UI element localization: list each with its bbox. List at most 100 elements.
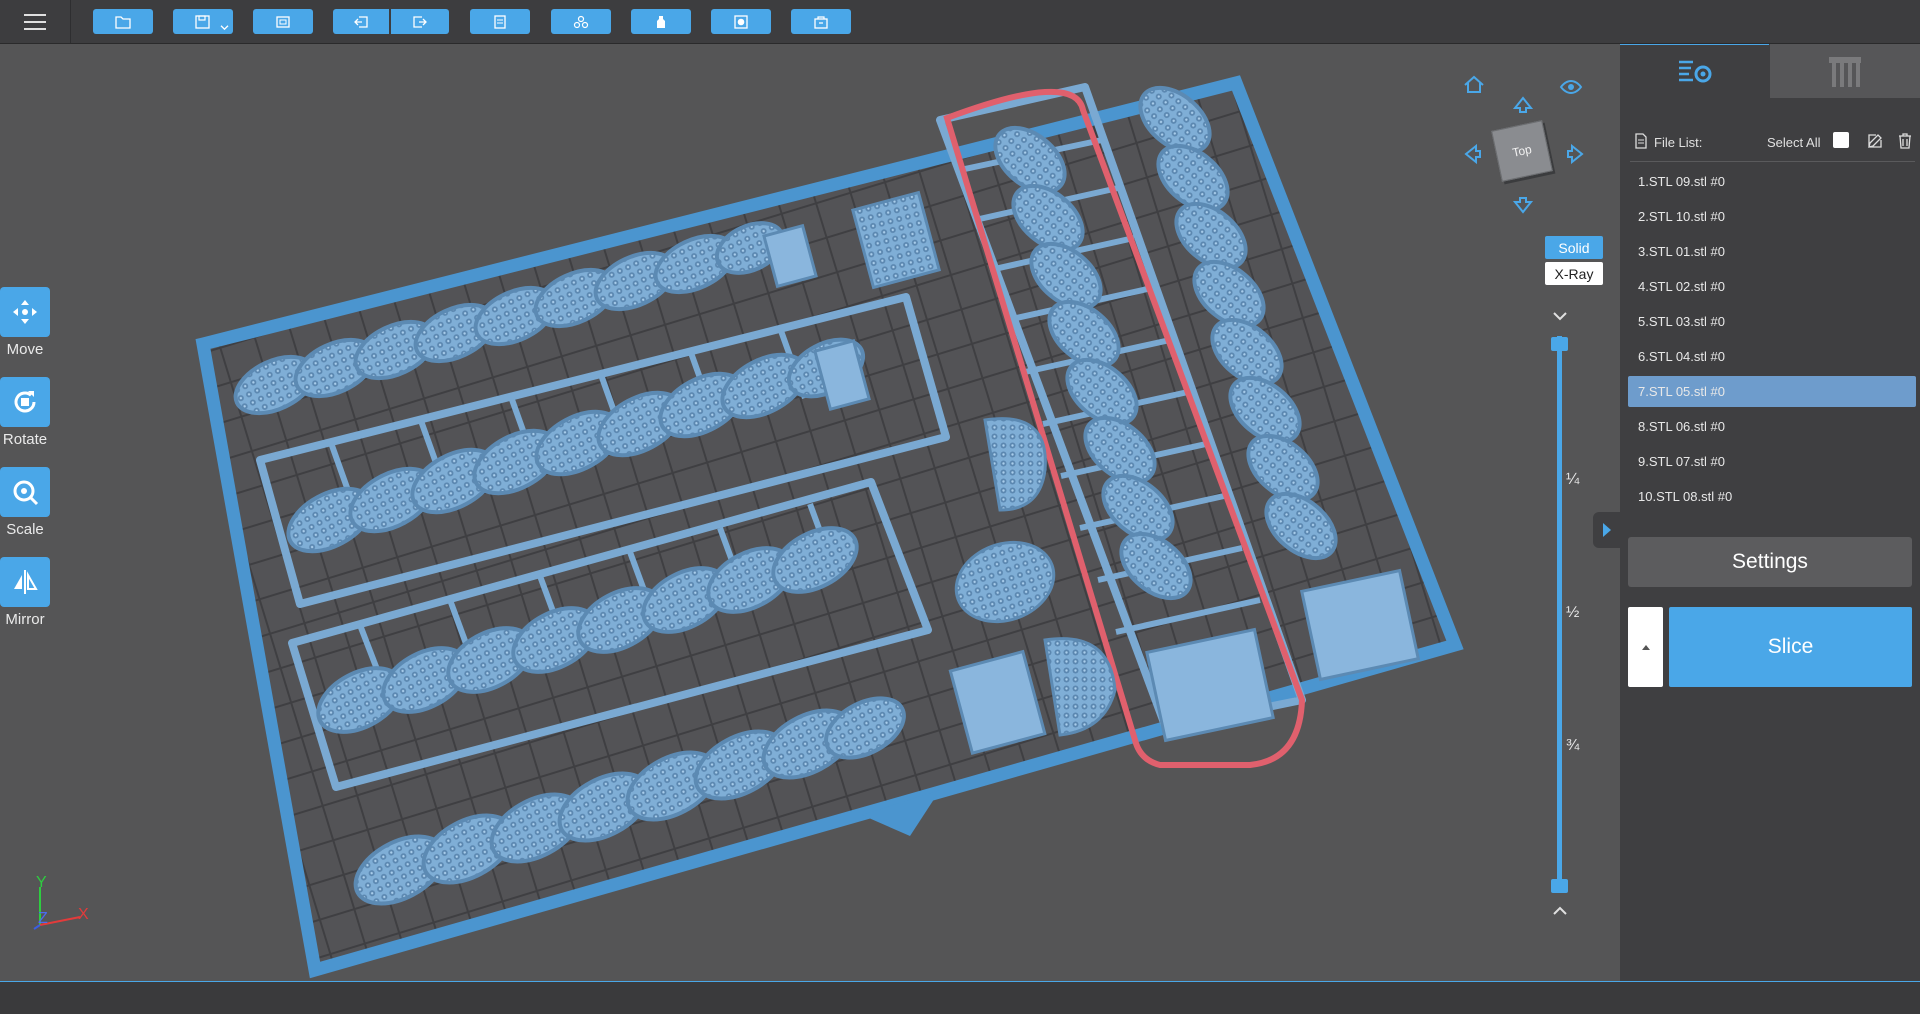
move-icon (0, 287, 50, 337)
file-name: 2.STL 10.stl #0 (1638, 209, 1725, 224)
settings-button[interactable]: Settings (1628, 537, 1912, 587)
view-cube-face-label: Top (1511, 142, 1533, 160)
file-name: 6.STL 04.stl #0 (1638, 349, 1725, 364)
file-list-header: File List: Select All (1634, 132, 1914, 154)
mirror-label: Mirror (5, 611, 45, 628)
scale-label: Scale (6, 521, 44, 538)
save-button[interactable] (173, 9, 233, 34)
layer-slider-top-handle[interactable] (1551, 337, 1568, 351)
hamburger-icon (24, 13, 46, 30)
box-icon (814, 15, 828, 29)
divider (1630, 161, 1915, 162)
main-menu-button[interactable] (0, 0, 71, 43)
bottle-icon (657, 15, 665, 28)
file-name: 10.STL 08.stl #0 (1638, 489, 1733, 504)
mirror-tool[interactable]: Mirror (0, 557, 50, 628)
mirror-icon (0, 557, 50, 607)
rotate-up-arrow-icon[interactable] (1511, 92, 1535, 116)
edit-icon[interactable] (1866, 132, 1884, 150)
file-list-item[interactable]: 1.STL 09.stl #0 (1628, 166, 1916, 197)
file-list-item[interactable]: 4.STL 02.stl #0 (1628, 271, 1916, 302)
file-list-item-selected[interactable]: 7.STL 05.stl #0 (1628, 376, 1916, 407)
select-all-checkbox[interactable] (1833, 132, 1849, 148)
file-list-item[interactable]: 6.STL 04.stl #0 (1628, 341, 1916, 372)
y-axis-label: Y (36, 875, 47, 891)
save-icon (195, 14, 210, 29)
import-icon (354, 15, 368, 28)
view-cube[interactable]: Top (1491, 120, 1553, 182)
import-button[interactable] (333, 9, 389, 34)
eye-icon[interactable] (1559, 75, 1583, 99)
support-button[interactable] (791, 9, 851, 34)
right-panel: File List: Select All 1.STL 09.stl #0 2.… (1620, 44, 1920, 981)
axis-gizmo: Y Z X (33, 875, 89, 930)
copy-button[interactable] (470, 9, 530, 34)
file-list-item[interactable]: 5.STL 03.stl #0 (1628, 306, 1916, 337)
screenshot-button[interactable] (253, 9, 313, 34)
tab-supports[interactable] (1770, 44, 1920, 98)
document-icon (1635, 133, 1647, 149)
top-toolbar (0, 0, 1920, 44)
select-all-label: Select All (1767, 135, 1821, 150)
move-tool[interactable]: Move (0, 287, 50, 358)
file-name: 8.STL 06.stl #0 (1638, 419, 1725, 434)
xray-mode-button[interactable]: X-Ray (1545, 262, 1603, 285)
build-plate-scene[interactable] (0, 44, 1620, 981)
chevron-up-icon[interactable] (1550, 904, 1570, 918)
move-label: Move (6, 341, 44, 358)
file-list-item[interactable]: 3.STL 01.stl #0 (1628, 236, 1916, 267)
3d-viewport[interactable]: Move Rotate Scale Mirror Top Solid X-Ray… (0, 44, 1620, 981)
solid-mode-button[interactable]: Solid (1545, 236, 1603, 259)
home-view-icon[interactable] (1462, 73, 1486, 97)
export-button[interactable] (391, 9, 449, 34)
auto-arrange-button[interactable] (551, 9, 611, 34)
file-list[interactable]: 1.STL 09.stl #0 2.STL 10.stl #0 3.STL 01… (1628, 166, 1916, 539)
trash-icon[interactable] (1896, 132, 1914, 150)
rotate-right-arrow-icon[interactable] (1564, 142, 1588, 166)
rotate-down-arrow-icon[interactable] (1511, 194, 1535, 218)
slider-tick-quarter: ¼ (1566, 471, 1580, 488)
hollow-button[interactable] (631, 9, 691, 34)
settings-list-icon (1678, 60, 1711, 83)
file-list-item[interactable]: 8.STL 06.stl #0 (1628, 411, 1916, 442)
caret-up-icon (1641, 645, 1650, 650)
arrange-icon (573, 15, 589, 28)
open-file-button[interactable] (93, 9, 153, 34)
layer-slider-track[interactable] (1557, 336, 1562, 881)
file-name: 7.STL 05.stl #0 (1638, 384, 1725, 399)
export-icon (413, 15, 427, 28)
chevron-down-icon[interactable] (1550, 309, 1570, 323)
tab-print-settings[interactable] (1620, 44, 1769, 99)
chevron-down-icon[interactable] (220, 24, 229, 31)
file-list-item[interactable]: 10.STL 08.stl #0 (1628, 481, 1916, 512)
file-list-item[interactable]: 2.STL 10.stl #0 (1628, 201, 1916, 232)
file-name: 1.STL 09.stl #0 (1638, 174, 1725, 189)
rotate-tool[interactable]: Rotate (0, 377, 50, 448)
copy-icon (494, 14, 506, 29)
status-bar (0, 981, 1920, 1014)
hole-icon (734, 14, 748, 29)
file-list-label: File List: (1654, 135, 1703, 150)
slice-options-button[interactable] (1628, 607, 1663, 687)
rotate-left-arrow-icon[interactable] (1460, 142, 1484, 166)
file-name: 5.STL 03.stl #0 (1638, 314, 1725, 329)
file-list-item[interactable]: 9.STL 07.stl #0 (1628, 446, 1916, 477)
triangle-right-icon (1602, 523, 1611, 537)
scale-tool[interactable]: Scale (0, 467, 50, 538)
support-pillars-icon (1829, 57, 1861, 87)
layer-slider-bottom-handle[interactable] (1551, 879, 1568, 893)
rotate-label: Rotate (2, 431, 48, 448)
x-axis-label: X (78, 906, 89, 923)
file-name: 4.STL 02.stl #0 (1638, 279, 1725, 294)
rotate-icon (0, 377, 50, 427)
z-axis-label: Z (38, 910, 48, 927)
panel-collapse-button[interactable] (1593, 512, 1620, 548)
scale-icon (0, 467, 50, 517)
file-name: 9.STL 07.stl #0 (1638, 454, 1725, 469)
file-name: 3.STL 01.stl #0 (1638, 244, 1725, 259)
folder-icon (115, 15, 131, 29)
hole-button[interactable] (711, 9, 771, 34)
slice-button[interactable]: Slice (1669, 607, 1912, 687)
slider-tick-three-quarters: ¾ (1566, 737, 1580, 754)
slider-tick-half: ½ (1566, 604, 1580, 621)
